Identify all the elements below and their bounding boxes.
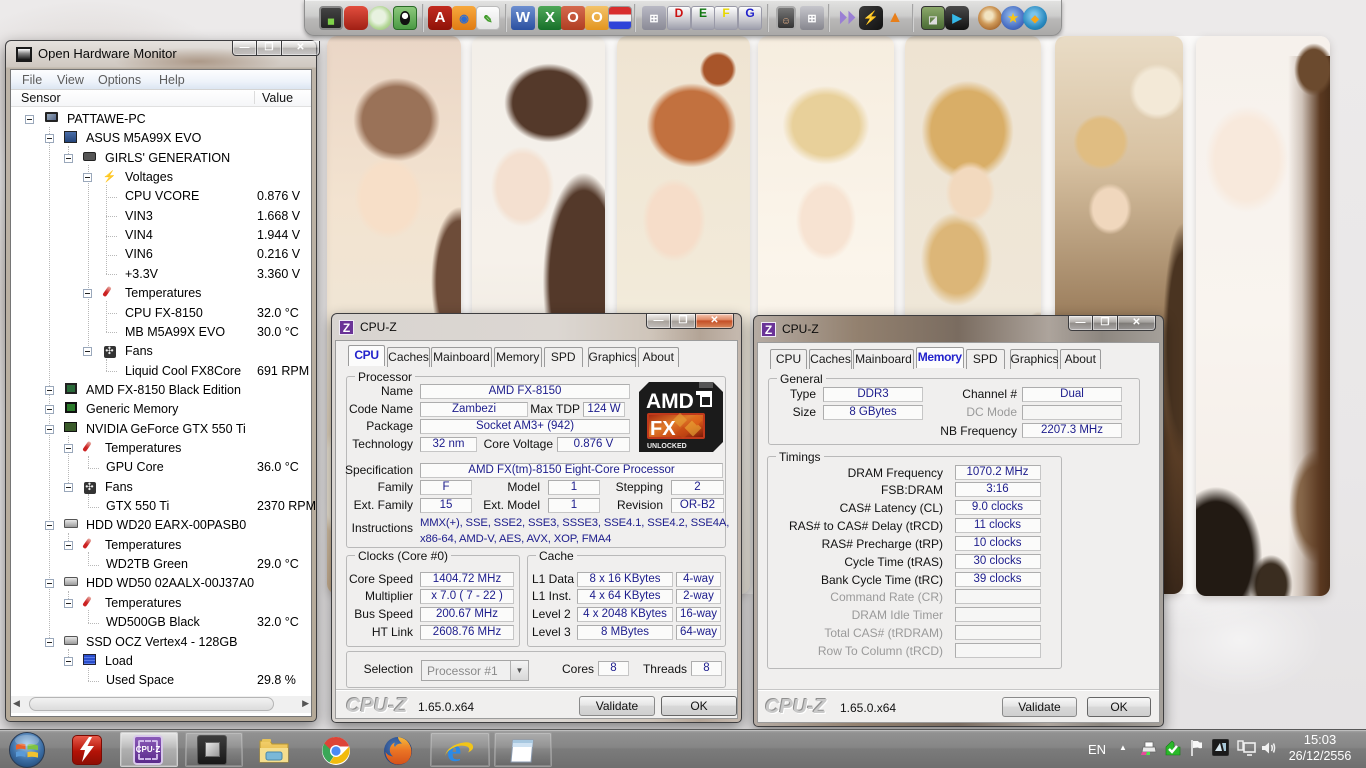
svg-text:e: e (447, 735, 461, 767)
svg-text:FX: FX (650, 418, 676, 440)
svg-text:AMD: AMD (646, 390, 694, 413)
svg-text:UNLOCKED: UNLOCKED (647, 443, 687, 450)
